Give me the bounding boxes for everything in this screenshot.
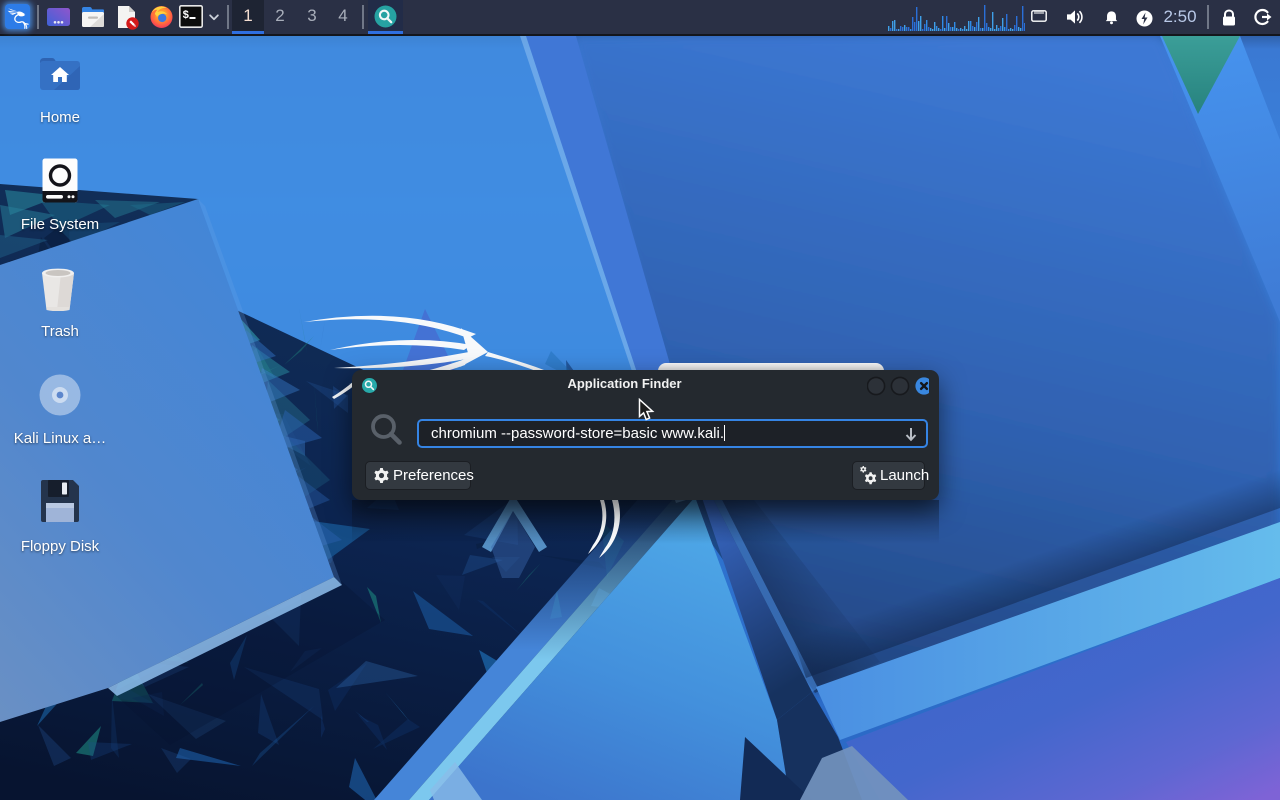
svg-text:$: $	[183, 10, 190, 22]
